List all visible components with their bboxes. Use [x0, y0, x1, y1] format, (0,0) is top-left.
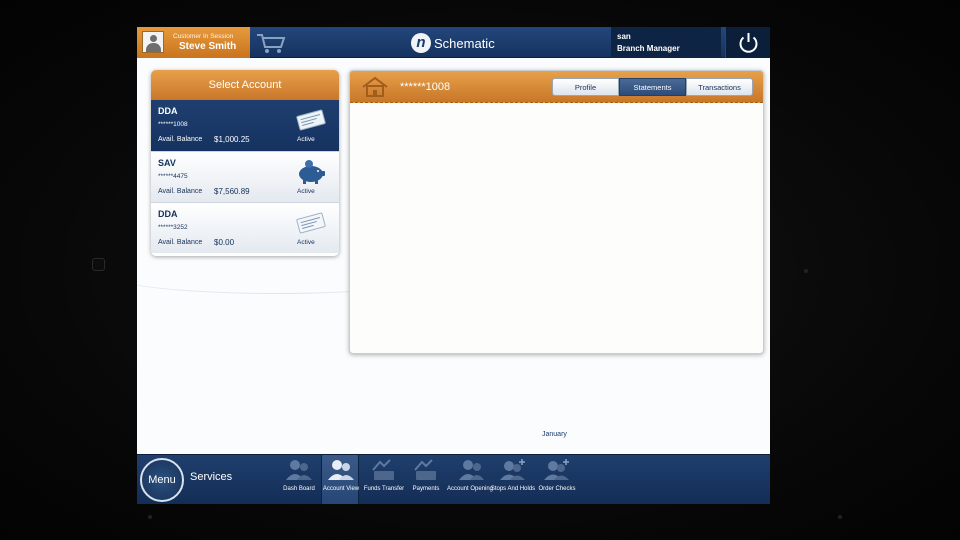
bezel-dot-right	[838, 515, 842, 519]
people-icon	[328, 460, 354, 480]
account-item[interactable]: DDA ******1008 Avail. Balance $1,000.25 …	[151, 100, 339, 151]
power-button[interactable]	[725, 27, 770, 58]
check-card-icon	[296, 109, 326, 131]
menu-button[interactable]: Menu	[140, 458, 184, 502]
transfer-icon	[372, 459, 394, 480]
nav-label: Order Checks	[538, 486, 576, 492]
detail-tabs: Profile Statements Transactions	[552, 78, 753, 96]
nav-payments[interactable]: Payments	[407, 455, 445, 504]
customer-name: Steve Smith	[179, 41, 237, 52]
account-status: Active	[297, 136, 315, 143]
tab-statements[interactable]: Statements	[619, 78, 686, 96]
select-account-title: Select Account	[151, 70, 339, 100]
balance-label: Avail. Balance	[158, 136, 203, 143]
account-type: DDA	[158, 106, 178, 116]
nav-funds-transfer[interactable]: Funds Transfer	[364, 455, 404, 504]
home-icon[interactable]	[360, 76, 390, 98]
account-status: Active	[297, 188, 315, 195]
brand-name: Schematic	[434, 35, 495, 51]
account-number: ******3252	[158, 224, 188, 231]
people-plus-icon	[544, 459, 569, 480]
nav-stops-and-holds[interactable]: Stops And Holds	[491, 455, 535, 504]
home-button	[92, 258, 105, 271]
account-type: SAV	[158, 158, 176, 168]
user-role: Branch Manager	[617, 44, 680, 53]
bezel-dot-left	[148, 515, 152, 519]
balance-value: $1,000.25	[214, 135, 250, 144]
brand-logo-icon: n	[411, 33, 431, 53]
piggy-bank-icon	[299, 160, 325, 184]
balance-value: $0.00	[214, 238, 235, 247]
account-number: ******1008	[158, 121, 188, 128]
account-item[interactable]: SAV ******4475 Avail. Balance $7,560.89 …	[151, 151, 339, 202]
nav-account-view[interactable]: Account View	[321, 455, 359, 504]
account-item[interactable]: DDA ******3252 Avail. Balance $0.00 Acti…	[151, 202, 339, 253]
user-name: san	[617, 32, 631, 41]
balance-value: $7,560.89	[214, 187, 250, 196]
account-status: Active	[297, 239, 315, 246]
tab-profile[interactable]: Profile	[552, 78, 619, 96]
nav-account-opening[interactable]: Account Opening	[447, 455, 493, 504]
app-screen: Customer In Session Steve Smith n Schema…	[137, 27, 770, 504]
detail-header: ******1008 Profile Statements Transactio…	[350, 71, 763, 103]
power-icon	[739, 33, 758, 53]
nav-dashboard[interactable]: Dash Board	[280, 455, 318, 504]
balance-label: Avail. Balance	[158, 188, 203, 195]
nav-order-checks[interactable]: Order Checks	[538, 455, 576, 504]
user-info: san Branch Manager	[611, 27, 721, 58]
session-label: Customer In Session	[173, 33, 234, 40]
detail-account-number: ******1008	[400, 81, 451, 93]
nav-label: Stops And Holds	[490, 486, 536, 492]
app-header: Customer In Session Steve Smith n Schema…	[137, 27, 770, 58]
people-icon	[459, 460, 484, 480]
nav-label: Payments	[412, 486, 440, 492]
services-label: Services	[190, 471, 233, 483]
brand: n Schematic	[411, 32, 495, 54]
tab-transactions[interactable]: Transactions	[686, 78, 753, 96]
customer-avatar	[142, 31, 164, 53]
account-detail-panel: ******1008 Profile Statements Transactio…	[349, 70, 764, 354]
shopping-cart-icon[interactable]	[255, 30, 287, 55]
bottom-nav-bar: Menu Services Dash Board Account View Fu…	[137, 454, 770, 504]
customer-session[interactable]: Customer In Session Steve Smith	[137, 27, 250, 58]
check-card-icon	[296, 212, 326, 234]
people-plus-icon	[500, 459, 525, 480]
month-label: January	[542, 431, 567, 438]
sensor-dot	[804, 269, 808, 273]
account-number: ******4475	[158, 173, 188, 180]
select-account-panel: Select Account DDA ******1008 Avail. Bal…	[151, 70, 339, 256]
account-type: DDA	[158, 209, 178, 219]
balance-label: Avail. Balance	[158, 239, 203, 246]
people-icon	[286, 460, 312, 480]
payments-icon	[414, 459, 436, 480]
